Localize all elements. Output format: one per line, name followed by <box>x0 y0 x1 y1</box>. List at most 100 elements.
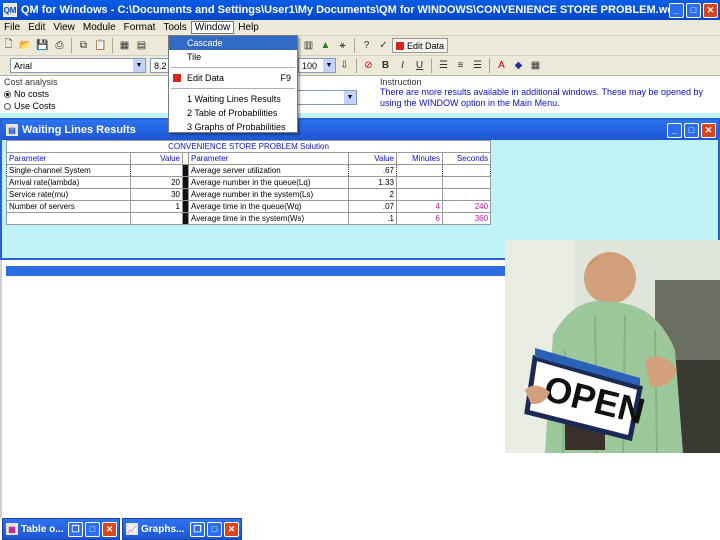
font-color-icon[interactable]: A <box>494 58 509 73</box>
cell-seconds[interactable]: 360 <box>441 212 492 225</box>
table-row[interactable]: Arrival rate(lambda) 20 Average number i… <box>6 176 492 189</box>
cell-parameter[interactable]: Single-channel System <box>6 164 131 177</box>
maximize-button[interactable]: □ <box>85 521 100 537</box>
minimized-window-graphs[interactable]: 📈 Graphs... ❐ □ ✕ <box>122 518 242 540</box>
menu-item-edit-data[interactable]: Edit Data F9 <box>169 71 297 85</box>
cell-seconds[interactable] <box>441 176 492 189</box>
close-button[interactable]: ✕ <box>102 521 117 537</box>
print-icon[interactable]: ⎙ <box>52 38 67 53</box>
cell-parameter[interactable] <box>6 212 131 225</box>
fill-down-icon[interactable]: ⇩ <box>337 58 352 73</box>
cell-seconds[interactable]: 240 <box>441 200 492 213</box>
radio-use-costs[interactable]: Use Costs <box>4 101 166 111</box>
table-icon[interactable]: ▥ <box>301 38 316 53</box>
new-file-icon[interactable]: 🗋 <box>1 38 16 53</box>
cell-value[interactable]: 1 <box>130 200 183 213</box>
menu-item-graphs-probabilities-label: 3 Graphs of Probabilities <box>187 122 286 132</box>
align-center-icon[interactable]: ≡ <box>453 58 468 73</box>
cell-value-2[interactable]: 1.33 <box>348 176 397 189</box>
cell-minutes[interactable]: 4 <box>396 200 443 213</box>
cell-parameter[interactable]: Arrival rate(lambda) <box>6 176 131 189</box>
align-left-icon[interactable]: ☰ <box>436 58 451 73</box>
help-check-icon[interactable]: ✓ <box>376 38 391 53</box>
menu-module[interactable]: Module <box>79 22 120 33</box>
no-entry-icon[interactable]: ⊘ <box>361 58 376 73</box>
table-row[interactable]: Single-channel System Average server uti… <box>6 164 492 177</box>
cell-parameter-2[interactable]: Average time in the queue(Wq) <box>188 200 349 213</box>
menu-item-table-of-probabilities[interactable]: 2 Table of Probabilities <box>169 106 297 120</box>
menu-item-cascade[interactable]: Cascade <box>169 36 297 50</box>
radio-no-costs[interactable]: No costs <box>4 89 166 99</box>
grid-icon[interactable]: ▦ <box>117 38 132 53</box>
menu-file[interactable]: File <box>0 22 24 33</box>
restore-button[interactable]: ❐ <box>190 521 205 537</box>
menu-item-tile[interactable]: Tile <box>169 50 297 64</box>
paste-icon[interactable]: 📋 <box>93 38 108 53</box>
fill-color-icon[interactable]: ◆ <box>511 58 526 73</box>
menu-view[interactable]: View <box>49 22 79 33</box>
qm-app-icon[interactable]: QM <box>3 3 17 17</box>
cell-minutes[interactable] <box>396 164 443 177</box>
minimize-button[interactable]: _ <box>669 2 684 18</box>
grid-alt-icon[interactable]: ▤ <box>134 38 149 53</box>
cell-value-2[interactable]: .07 <box>348 200 397 213</box>
cell-value[interactable] <box>130 164 183 177</box>
copy-icon[interactable]: ⧉ <box>76 38 91 53</box>
cell-value[interactable]: 20 <box>130 176 183 189</box>
cell-value-2[interactable]: .67 <box>348 164 397 177</box>
cell-parameter-2[interactable]: Average time in the system(Ws) <box>188 212 349 225</box>
underline-icon[interactable]: U <box>412 58 427 73</box>
font-name-select[interactable]: Arial ▼ <box>10 58 146 73</box>
cell-parameter[interactable]: Service rate(mu) <box>6 188 131 201</box>
wand-icon[interactable]: ⚹ <box>335 38 350 53</box>
zoom-select[interactable]: 100 ▼ <box>298 58 336 73</box>
header-parameter: Parameter <box>6 152 131 165</box>
align-right-icon[interactable]: ☰ <box>470 58 485 73</box>
borders-icon[interactable]: ▦ <box>528 58 543 73</box>
results-close-button[interactable]: ✕ <box>701 122 716 138</box>
chevron-down-icon: ▼ <box>323 59 335 72</box>
cell-minutes[interactable] <box>396 176 443 189</box>
menu-tools[interactable]: Tools <box>159 22 190 33</box>
cell-parameter-2[interactable]: Average number in the queue(Lq) <box>188 176 349 189</box>
minimized-window-table[interactable]: ▦ Table o... ❐ □ ✕ <box>2 518 120 540</box>
font-size-select[interactable]: 8.2 <box>150 58 170 73</box>
cell-seconds[interactable] <box>441 164 492 177</box>
cell-value[interactable]: 30 <box>130 188 183 201</box>
triangle-chart-icon[interactable]: ▲ <box>318 38 333 53</box>
bold-icon[interactable]: B <box>378 58 393 73</box>
cell-value-2[interactable]: 2 <box>348 188 397 201</box>
radio-selected-icon <box>4 90 11 98</box>
menu-format[interactable]: Format <box>120 22 160 33</box>
table-row[interactable]: Service rate(mu) 30 Average number in th… <box>6 188 492 201</box>
standard-toolbar: 🗋 📂 💾 ⎙ ⧉ 📋 ▦ ▤ ▥ ▲ ⚹ ? ✓ Edit Data <box>0 36 720 56</box>
cell-seconds[interactable] <box>441 188 492 201</box>
menu-help[interactable]: Help <box>234 22 263 33</box>
table-row[interactable]: Average time in the system(Ws) .1 6 360 <box>6 212 492 225</box>
help-pointer-icon[interactable]: ? <box>359 38 374 53</box>
cell-parameter[interactable]: Number of servers <box>6 200 131 213</box>
close-button[interactable]: ✕ <box>703 2 718 18</box>
menu-window[interactable]: Window <box>190 21 235 34</box>
maximize-button[interactable]: □ <box>686 2 701 18</box>
cell-minutes[interactable] <box>396 188 443 201</box>
table-row[interactable]: Number of servers 1 Average time in the … <box>6 200 492 213</box>
cell-value[interactable] <box>130 212 183 225</box>
cell-minutes[interactable]: 6 <box>396 212 443 225</box>
edit-data-button[interactable]: Edit Data <box>392 38 449 53</box>
menu-edit[interactable]: Edit <box>24 22 49 33</box>
results-minimize-button[interactable]: _ <box>667 122 682 138</box>
menu-item-graphs-of-probabilities[interactable]: 3 Graphs of Probabilities <box>169 120 297 134</box>
close-button[interactable]: ✕ <box>224 521 239 537</box>
cell-parameter-2[interactable]: Average server utilization <box>188 164 349 177</box>
restore-button[interactable]: ❐ <box>68 521 83 537</box>
menu-item-waiting-lines-results[interactable]: 1 Waiting Lines Results <box>169 92 297 106</box>
italic-icon[interactable]: I <box>395 58 410 73</box>
cell-value-2[interactable]: .1 <box>348 212 397 225</box>
maximize-button[interactable]: □ <box>207 521 222 537</box>
cell-parameter-2[interactable]: Average number in the system(Ls) <box>188 188 349 201</box>
open-folder-icon[interactable]: 📂 <box>18 38 33 53</box>
model-select[interactable]: ▼ <box>297 90 357 105</box>
save-icon[interactable]: 💾 <box>35 38 50 53</box>
results-maximize-button[interactable]: □ <box>684 122 699 138</box>
